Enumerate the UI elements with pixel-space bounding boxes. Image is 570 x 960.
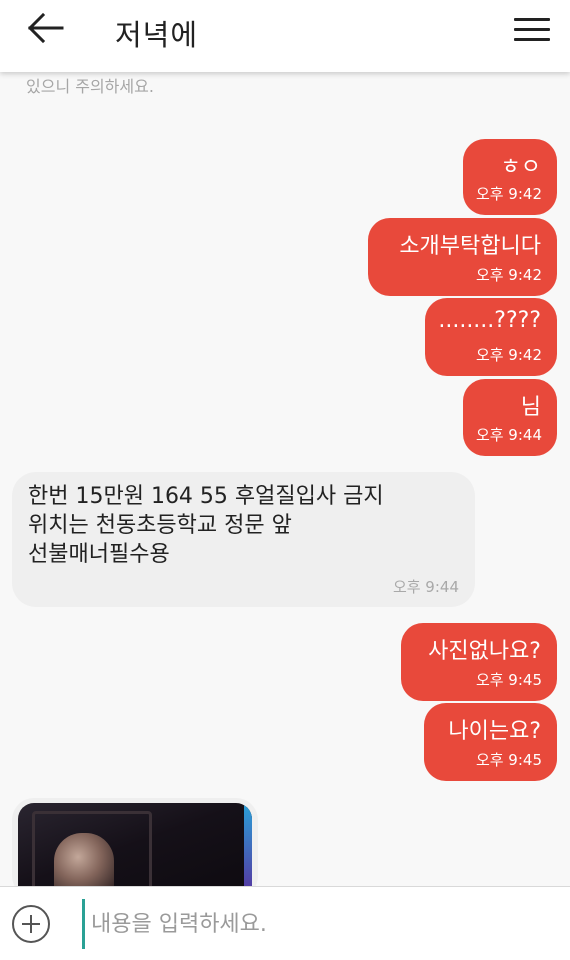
plus-circle-icon[interactable] — [12, 905, 50, 943]
message-time: 오후 9:44 — [475, 426, 542, 444]
message-line: 한번 15만원 164 55 후얼질입사 금지 — [28, 484, 384, 509]
message-time: 오후 9:44 — [392, 578, 459, 596]
outgoing-message[interactable]: ㅎㅇ 오후 9:42 — [463, 139, 557, 215]
incoming-message[interactable]: 한번 15만원 164 55 후얼질입사 금지 위치는 천동초등학교 정문 앞 … — [12, 472, 475, 607]
chat-title: 저녁에 — [115, 18, 199, 52]
hamburger-menu-icon — [514, 18, 550, 21]
message-time: 오후 9:42 — [475, 185, 542, 203]
arrow-left-icon — [27, 12, 64, 44]
message-line: 선불매너필수용 — [28, 542, 170, 567]
message-text: ㅎㅇ — [500, 155, 541, 180]
back-button[interactable] — [22, 10, 68, 50]
message-text: 나이는요? — [448, 719, 541, 744]
message-input-bar — [0, 886, 570, 960]
outgoing-message[interactable]: ........???? 오후 9:42 — [425, 298, 557, 376]
hamburger-line — [514, 28, 550, 31]
message-text: 님 — [520, 395, 541, 420]
message-input[interactable] — [82, 899, 552, 949]
message-text: ........???? — [438, 308, 541, 333]
incoming-photo-message[interactable] — [12, 798, 258, 898]
message-time: 오후 9:42 — [475, 266, 542, 284]
hamburger-line — [514, 38, 550, 41]
message-time: 오후 9:42 — [475, 346, 542, 364]
outgoing-message[interactable]: 님 오후 9:44 — [463, 379, 557, 456]
outgoing-message[interactable]: 소개부탁합니다 오후 9:42 — [368, 218, 557, 296]
light-streak — [244, 803, 252, 898]
warning-notice: 있으니 주의하세요. — [26, 77, 154, 96]
message-time: 오후 9:45 — [475, 751, 542, 769]
message-text-lines: 한번 15만원 164 55 후얼질입사 금지 위치는 천동초등학교 정문 앞 … — [28, 482, 384, 569]
outgoing-message[interactable]: 나이는요? 오후 9:45 — [424, 703, 557, 781]
message-time: 오후 9:45 — [475, 671, 542, 689]
message-line: 위치는 천동초등학교 정문 앞 — [28, 513, 292, 538]
photo-thumbnail[interactable] — [18, 803, 252, 898]
menu-button[interactable] — [508, 12, 554, 48]
outgoing-message[interactable]: 사진없나요? 오후 9:45 — [401, 623, 557, 701]
message-text: 소개부탁합니다 — [399, 234, 541, 259]
app-header: 저녁에 — [0, 0, 570, 72]
message-text: 사진없나요? — [428, 639, 541, 664]
